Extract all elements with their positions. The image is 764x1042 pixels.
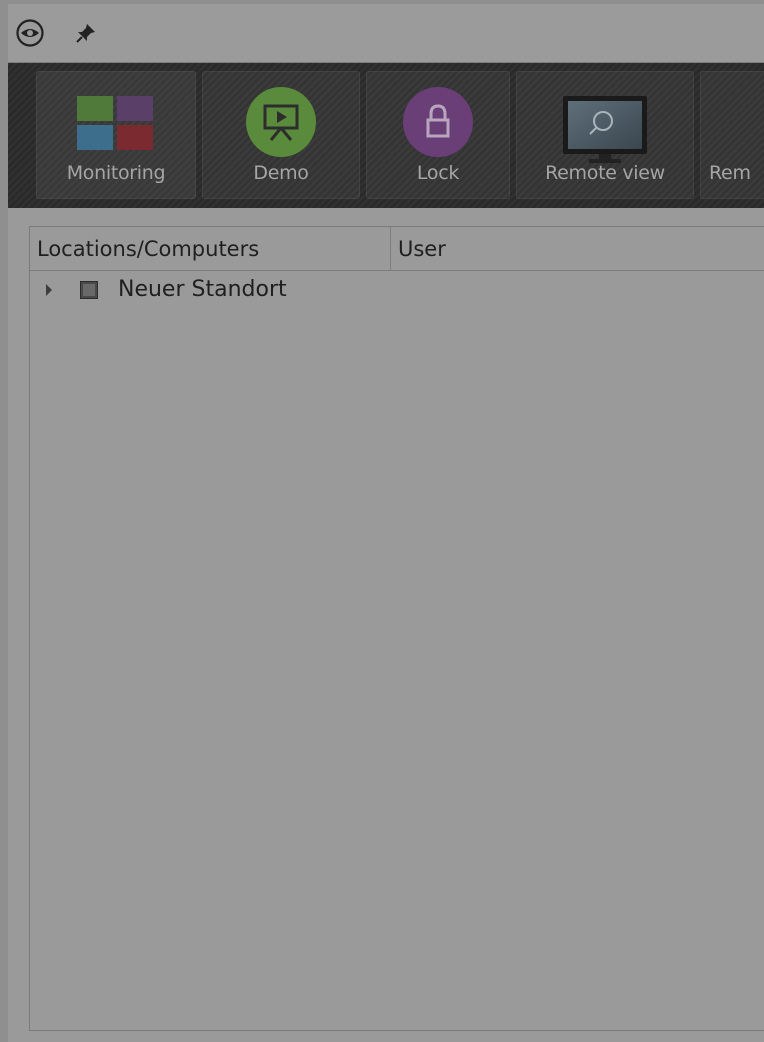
expand-arrow-icon[interactable]: [46, 284, 52, 296]
title-bar: [8, 4, 764, 63]
monitoring-label: Monitoring: [66, 162, 166, 184]
remote-view-button[interactable]: Remote view: [516, 71, 694, 199]
computer-tree[interactable]: Locations/Computers User Neuer Standort: [29, 226, 764, 1031]
monitoring-button[interactable]: Monitoring: [36, 71, 196, 199]
remote-control-button[interactable]: Rem: [700, 71, 764, 199]
eye-icon[interactable]: [16, 19, 44, 47]
column-header-user[interactable]: User: [391, 227, 764, 270]
location-checkbox[interactable]: [80, 281, 98, 299]
location-label: Neuer Standort: [118, 277, 287, 302]
toolbar: Monitoring Demo Lock Remote view Rem: [8, 63, 764, 208]
demo-button[interactable]: Demo: [202, 71, 360, 199]
lock-icon: [402, 86, 474, 162]
demo-label: Demo: [253, 162, 309, 184]
tree-header: Locations/Computers User: [30, 227, 764, 271]
presentation-icon: [245, 86, 317, 162]
lock-button[interactable]: Lock: [366, 71, 510, 199]
pin-icon[interactable]: [74, 21, 102, 49]
remote-view-label: Remote view: [545, 162, 665, 184]
app-window: Monitoring Demo Lock Remote view Rem Loc…: [8, 4, 764, 1042]
lock-label: Lock: [416, 162, 460, 184]
column-header-locations[interactable]: Locations/Computers: [30, 227, 391, 270]
monitoring-icon: [77, 96, 155, 158]
remote-control-label: Rem: [709, 162, 751, 184]
remote-view-icon: [561, 94, 649, 170]
tree-row[interactable]: Neuer Standort: [30, 273, 764, 313]
